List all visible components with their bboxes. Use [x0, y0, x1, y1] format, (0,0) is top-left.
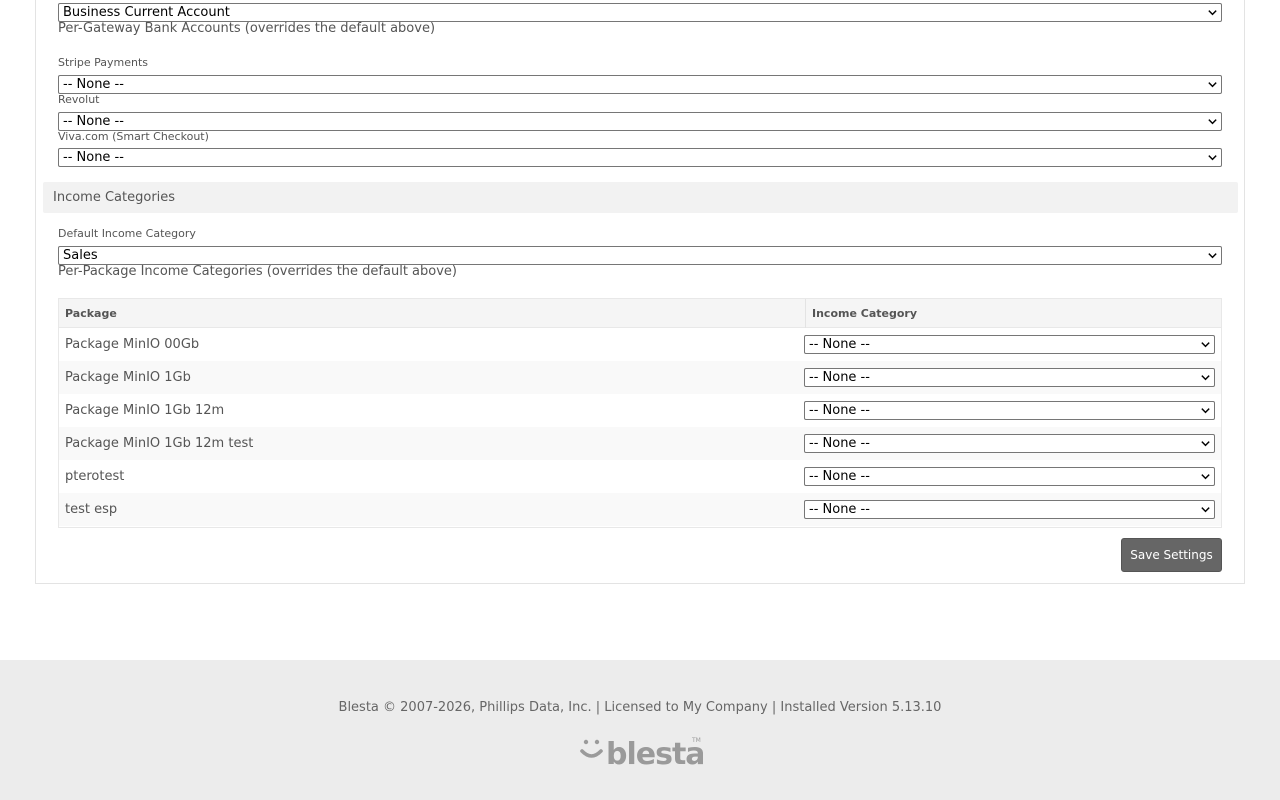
chevron-down-icon — [1201, 408, 1210, 414]
income-category-select[interactable]: -- None -- — [804, 467, 1215, 486]
select-value: Business Current Account — [63, 5, 230, 20]
chevron-down-icon — [1201, 441, 1210, 447]
chevron-down-icon — [1208, 10, 1217, 16]
table-header: Package Income Category — [59, 299, 1221, 328]
income-category-select[interactable]: -- None -- — [804, 500, 1215, 519]
income-category-select[interactable]: -- None -- — [804, 434, 1215, 453]
per-gateway-heading: Per-Gateway Bank Accounts (overrides the… — [58, 21, 436, 36]
package-name: Package MinIO 1Gb 12m — [65, 403, 225, 418]
chevron-down-icon — [1201, 342, 1210, 348]
save-settings-button[interactable]: Save Settings — [1121, 538, 1222, 572]
select-value: -- None -- — [809, 502, 870, 517]
select-value: -- None -- — [809, 436, 870, 451]
column-header-income-category: Income Category — [805, 299, 917, 328]
chevron-down-icon — [1208, 82, 1217, 88]
table-row: pterotest -- None -- — [59, 460, 1221, 493]
income-categories-section-header: Income Categories — [43, 182, 1238, 213]
chevron-down-icon — [1208, 253, 1217, 259]
gateway-label-stripe: Stripe Payments — [58, 56, 149, 69]
footer-copyright: Blesta © 2007-2026, Phillips Data, Inc. … — [338, 700, 942, 715]
income-category-select[interactable]: -- None -- — [804, 401, 1215, 420]
blesta-logo-icon: blesta TM — [580, 737, 703, 769]
chevron-down-icon — [1208, 119, 1217, 125]
select-value: -- None -- — [809, 370, 870, 385]
chevron-down-icon — [1201, 375, 1210, 381]
chevron-down-icon — [1208, 155, 1217, 161]
default-income-category-label: Default Income Category — [58, 227, 196, 240]
select-value: -- None -- — [809, 337, 870, 352]
table-row: test esp -- None -- — [59, 493, 1221, 526]
logo-trademark: TM — [691, 737, 701, 744]
package-name: pterotest — [65, 469, 125, 484]
table-row: Package MinIO 00Gb -- None -- — [59, 328, 1221, 361]
footer: Blesta © 2007-2026, Phillips Data, Inc. … — [0, 660, 1280, 800]
gateway-label-viva: Viva.com (Smart Checkout) — [58, 130, 209, 143]
table-row: Package MinIO 1Gb -- None -- — [59, 361, 1221, 394]
select-value: Sales — [63, 248, 98, 263]
package-name: Package MinIO 1Gb 12m test — [65, 436, 254, 451]
gateway-select-viva[interactable]: -- None -- — [58, 148, 1222, 167]
default-bank-account-select[interactable]: Business Current Account — [58, 3, 1222, 22]
gateway-label-revolut: Revolut — [58, 93, 100, 106]
package-name: Package MinIO 1Gb — [65, 370, 191, 385]
select-value: -- None -- — [63, 114, 124, 129]
package-name: Package MinIO 00Gb — [65, 337, 200, 352]
select-value: -- None -- — [809, 469, 870, 484]
package-income-table: Package Income Category Package MinIO 00… — [58, 298, 1222, 528]
income-category-select[interactable]: -- None -- — [804, 368, 1215, 387]
default-income-category-select[interactable]: Sales — [58, 246, 1222, 265]
chevron-down-icon — [1201, 474, 1210, 480]
select-value: -- None -- — [809, 403, 870, 418]
column-header-package: Package — [65, 307, 117, 320]
gateway-select-stripe[interactable]: -- None -- — [58, 75, 1222, 94]
package-name: test esp — [65, 502, 118, 517]
per-package-heading: Per-Package Income Categories (overrides… — [58, 264, 457, 279]
table-row: Package MinIO 1Gb 12m test -- None -- — [59, 427, 1221, 460]
select-value: -- None -- — [63, 77, 124, 92]
income-category-select[interactable]: -- None -- — [804, 335, 1215, 354]
logo-wordmark: blesta — [606, 737, 703, 769]
chevron-down-icon — [1201, 507, 1210, 513]
select-value: -- None -- — [63, 150, 124, 165]
gateway-select-revolut[interactable]: -- None -- — [58, 112, 1222, 131]
table-row: Package MinIO 1Gb 12m -- None -- — [59, 394, 1221, 427]
